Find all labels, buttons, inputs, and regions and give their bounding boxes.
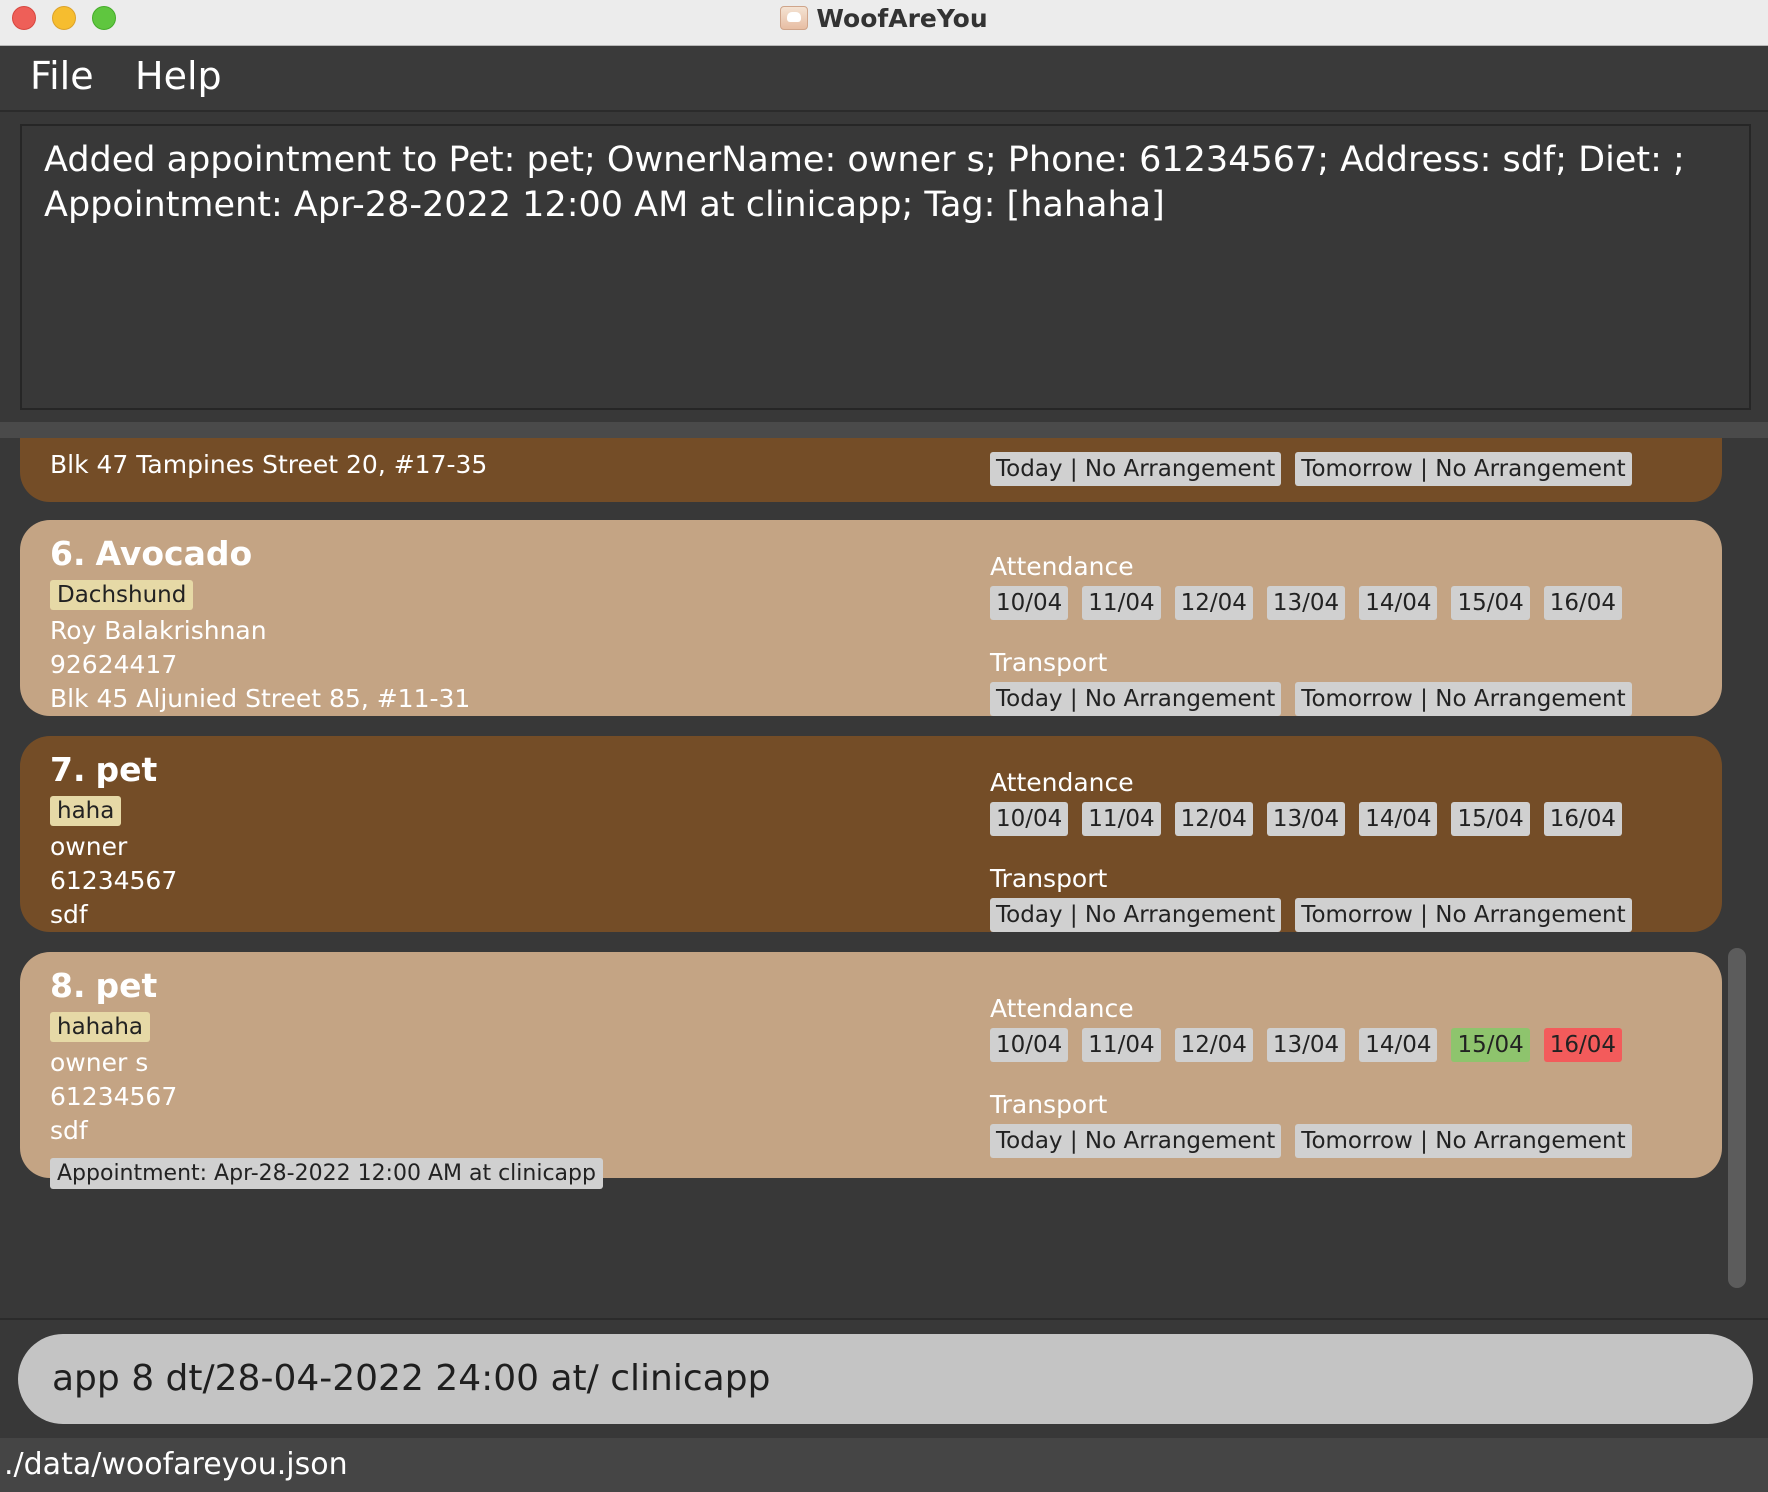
title-bar: WoofAreYou — [0, 0, 1768, 46]
attendance-chip: 13/04 — [1266, 586, 1346, 620]
pet-index: 7. — [50, 750, 86, 789]
transport-chips: Today | No Arrangement Tomorrow | No Arr… — [990, 682, 1632, 716]
pet-index: 6. — [50, 534, 86, 573]
pet-name: pet — [95, 966, 158, 1005]
pet-name: pet — [95, 750, 158, 789]
owner-phone: 92624417 — [50, 650, 178, 679]
pet-list[interactable]: Blk 47 Tampines Street 20, #17-35 Today … — [0, 438, 1768, 1314]
transport-tomorrow-chip: Tomorrow | No Arrangement — [1295, 682, 1632, 716]
attendance-chip: 15/04 — [1451, 586, 1530, 620]
attendance-chip: 15/04 — [1451, 802, 1530, 836]
menu-file[interactable]: File — [30, 54, 94, 98]
transport-tomorrow-chip: Tomorrow | No Arrangement — [1295, 452, 1632, 486]
attendance-chip: 11/04 — [1082, 586, 1161, 620]
transport-tomorrow-chip: Tomorrow | No Arrangement — [1295, 898, 1632, 932]
pet-card[interactable]: 7. pet haha owner 61234567 sdf Attendance… — [20, 736, 1722, 932]
attendance-chips: 10/04 11/04 12/04 13/04 14/04 15/04 16/0… — [990, 802, 1632, 836]
transport-label: Transport — [990, 1090, 1108, 1119]
pet-tag: haha — [50, 796, 122, 826]
attendance-chip: 16/04 — [1543, 802, 1623, 836]
attendance-chips: 10/04 11/04 12/04 13/04 14/04 15/04 16/0… — [990, 1028, 1632, 1062]
transport-chips: Today | No Arrangement Tomorrow | No Arr… — [990, 898, 1632, 932]
command-input[interactable]: app 8 dt/28-04-2022 24:00 at/ clinicapp — [18, 1334, 1753, 1424]
transport-today-chip: Today | No Arrangement — [990, 898, 1282, 932]
transport-today-chip: Today | No Arrangement — [990, 682, 1282, 716]
owner-phone: 61234567 — [50, 1082, 178, 1111]
pet-address: Blk 45 Aljunied Street 85, #11-31 — [50, 684, 471, 713]
attendance-chip: 11/04 — [1082, 802, 1161, 836]
transport-chips: Today | No Arrangement Tomorrow | No Arr… — [990, 1124, 1632, 1158]
transport-today-chip: Today | No Arrangement — [990, 1124, 1282, 1158]
split-pane-divider[interactable] — [0, 422, 1768, 438]
transport-chips: Today | No Arrangement Tomorrow | No Arr… — [990, 452, 1632, 486]
pet-name: Avocado — [95, 534, 253, 573]
status-bar-file-path: ./data/woofareyou.json — [0, 1438, 1768, 1492]
pet-address: sdf — [50, 1116, 88, 1145]
transport-today-chip: Today | No Arrangement — [990, 452, 1282, 486]
owner-phone: 61234567 — [50, 866, 178, 895]
result-display: Added appointment to Pet: pet; OwnerName… — [20, 124, 1751, 410]
transport-label: Transport — [990, 648, 1108, 677]
attendance-chip-present: 15/04 — [1451, 1028, 1530, 1062]
transport-label: Transport — [990, 864, 1108, 893]
attendance-chip: 12/04 — [1174, 1028, 1253, 1062]
attendance-chip: 13/04 — [1266, 1028, 1346, 1062]
attendance-chip: 14/04 — [1359, 802, 1438, 836]
owner-name: owner s — [50, 1048, 149, 1077]
pet-address: Blk 47 Tampines Street 20, #17-35 — [50, 450, 488, 479]
transport-tomorrow-chip: Tomorrow | No Arrangement — [1295, 1124, 1632, 1158]
menu-help[interactable]: Help — [135, 54, 222, 98]
attendance-label: Attendance — [990, 768, 1134, 797]
attendance-chip: 13/04 — [1266, 802, 1346, 836]
pet-tag: hahaha — [50, 1012, 151, 1042]
pet-title: 6. Avocado — [50, 532, 470, 576]
pet-title: 7. pet — [50, 748, 177, 792]
attendance-label: Attendance — [990, 552, 1134, 581]
command-area: app 8 dt/28-04-2022 24:00 at/ clinicapp — [0, 1318, 1768, 1438]
pet-card[interactable]: 6. Avocado Dachshund Roy Balakrishnan 926… — [20, 520, 1722, 716]
attendance-chip: 16/04 — [1543, 586, 1623, 620]
attendance-chip: 12/04 — [1174, 802, 1253, 836]
pet-address: sdf — [50, 900, 88, 929]
attendance-chip: 11/04 — [1082, 1028, 1161, 1062]
pet-tag: Dachshund — [50, 580, 194, 610]
window-title: WoofAreYou — [816, 3, 988, 33]
attendance-chip: 10/04 — [990, 802, 1069, 836]
attendance-label: Attendance — [990, 994, 1134, 1023]
app-logo-icon — [780, 6, 809, 30]
pet-index: 8. — [50, 966, 86, 1005]
appointment-badge: Appointment: Apr-28-2022 12:00 AM at cli… — [50, 1158, 603, 1189]
attendance-chip: 10/04 — [990, 1028, 1069, 1062]
attendance-chip: 14/04 — [1359, 1028, 1438, 1062]
attendance-chip: 14/04 — [1359, 586, 1438, 620]
attendance-chips: 10/04 11/04 12/04 13/04 14/04 15/04 16/0… — [990, 586, 1632, 620]
pet-title: 8. pet — [50, 964, 603, 1008]
pet-card[interactable]: 8. pet hahaha owner s 61234567 sdf Appoin… — [20, 952, 1722, 1189]
owner-name: owner — [50, 832, 128, 861]
attendance-chip-absent: 16/04 — [1543, 1028, 1623, 1062]
attendance-chip: 10/04 — [990, 586, 1069, 620]
attendance-chip: 12/04 — [1174, 586, 1253, 620]
list-scrollbar[interactable] — [1728, 948, 1746, 1288]
menu-bar: File Help — [0, 46, 1768, 112]
owner-name: Roy Balakrishnan — [50, 616, 267, 645]
pet-card-partial[interactable]: Blk 47 Tampines Street 20, #17-35 Today … — [20, 438, 1722, 502]
